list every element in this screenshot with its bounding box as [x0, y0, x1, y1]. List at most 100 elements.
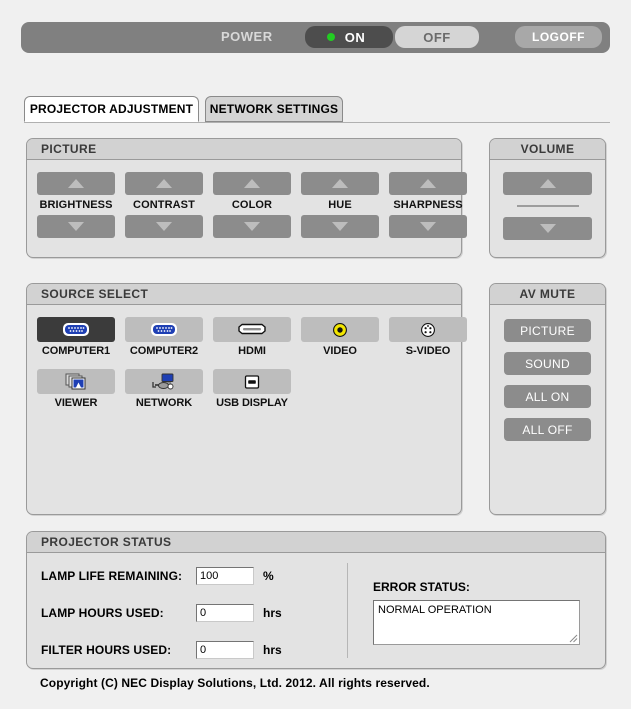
volume-panel: VOLUME	[489, 138, 606, 258]
tab-underline	[24, 122, 610, 123]
tab-strip: PROJECTOR ADJUSTMENT NETWORK SETTINGS	[24, 96, 610, 124]
source-label-hdmi: HDMI	[238, 345, 266, 357]
picture-controls: BRIGHTNESS CONTRAST COLOR HUE SHARPNESS	[27, 160, 467, 238]
color-down-button[interactable]	[213, 215, 291, 238]
lamp-life-remaining-label: LAMP LIFE REMAINING:	[41, 569, 183, 583]
triangle-up-icon	[539, 179, 556, 188]
source-label-svideo: S-VIDEO	[405, 345, 451, 357]
av-mute-panel: AV MUTE PICTURE SOUND ALL ON ALL OFF	[489, 283, 606, 515]
triangle-down-icon	[539, 224, 556, 233]
contrast-up-button[interactable]	[125, 172, 203, 195]
source-item-computer1: COMPUTER1	[37, 317, 115, 357]
picture-control-color: COLOR	[213, 172, 291, 238]
volume-panel-title: VOLUME	[490, 139, 605, 160]
brightness-label: BRIGHTNESS	[39, 199, 113, 211]
projector-web-control-page: POWER ON OFF LOGOFF PROJECTOR ADJUSTMENT…	[0, 0, 631, 709]
hue-up-button[interactable]	[301, 172, 379, 195]
triangle-up-icon	[68, 179, 84, 188]
source-button-svideo[interactable]	[389, 317, 467, 342]
status-row-lamp-life: LAMP LIFE REMAINING: %	[41, 567, 274, 585]
filter-hours-used-input[interactable]	[196, 641, 254, 659]
source-button-usb-display[interactable]	[213, 369, 291, 394]
logoff-button[interactable]: LOGOFF	[515, 26, 602, 48]
triangle-down-icon	[156, 222, 172, 231]
volume-up-button[interactable]	[503, 172, 592, 195]
lamp-life-remaining-input[interactable]	[196, 567, 254, 585]
source-label-usb-display: USB DISPLAY	[216, 397, 288, 409]
contrast-label: CONTRAST	[133, 199, 195, 211]
power-on-button[interactable]: ON	[305, 26, 393, 48]
source-label-network: NETWORK	[135, 397, 193, 409]
source-button-video[interactable]	[301, 317, 379, 342]
projector-status-panel-title: PROJECTOR STATUS	[27, 532, 605, 553]
sharpness-down-button[interactable]	[389, 215, 467, 238]
triangle-up-icon	[156, 179, 172, 188]
contrast-down-button[interactable]	[125, 215, 203, 238]
hue-down-button[interactable]	[301, 215, 379, 238]
av-mute-all-on-button[interactable]: ALL ON	[504, 385, 591, 408]
av-mute-sound-button[interactable]: SOUND	[504, 352, 591, 375]
av-mute-picture-button[interactable]: PICTURE	[504, 319, 591, 342]
projector-status-body: LAMP LIFE REMAINING: % LAMP HOURS USED: …	[27, 553, 605, 668]
triangle-down-icon	[420, 222, 436, 231]
brightness-down-button[interactable]	[37, 215, 115, 238]
status-row-filter-hours: FILTER HOURS USED: hrs	[41, 641, 282, 659]
lamp-hours-used-input[interactable]	[196, 604, 254, 622]
status-row-lamp-hours: LAMP HOURS USED: hrs	[41, 604, 282, 622]
power-off-button[interactable]: OFF	[395, 26, 479, 48]
volume-controls	[490, 160, 605, 240]
source-label-computer1: COMPUTER1	[41, 345, 111, 357]
picture-control-brightness: BRIGHTNESS	[37, 172, 115, 238]
triangle-down-icon	[68, 222, 84, 231]
lamp-hours-used-unit: hrs	[263, 606, 282, 620]
brightness-up-button[interactable]	[37, 172, 115, 195]
source-button-network[interactable]	[125, 369, 203, 394]
source-item-network: NETWORK	[125, 369, 203, 409]
source-label-computer2: COMPUTER2	[129, 345, 199, 357]
source-button-hdmi[interactable]	[213, 317, 291, 342]
source-row-2: VIEWER NETWORK USB DISPLAY	[27, 357, 461, 409]
hue-label: HUE	[328, 199, 352, 211]
source-item-viewer: VIEWER	[37, 369, 115, 409]
source-button-viewer[interactable]	[37, 369, 115, 394]
power-on-label: ON	[344, 29, 366, 45]
av-mute-controls: PICTURE SOUND ALL ON ALL OFF	[490, 305, 605, 441]
source-item-usb-display: USB DISPLAY	[213, 369, 291, 409]
picture-control-hue: HUE	[301, 172, 379, 238]
filter-hours-used-label: FILTER HOURS USED:	[41, 643, 172, 657]
sharpness-up-button[interactable]	[389, 172, 467, 195]
rca-composite-icon	[333, 322, 347, 337]
lamp-hours-used-label: LAMP HOURS USED:	[41, 606, 164, 620]
volume-down-button[interactable]	[503, 217, 592, 240]
source-button-computer2[interactable]	[125, 317, 203, 342]
source-item-hdmi: HDMI	[213, 317, 291, 357]
tab-projector-adjustment[interactable]: PROJECTOR ADJUSTMENT	[24, 96, 199, 122]
network-computer-icon	[152, 373, 174, 389]
power-label: POWER	[221, 29, 273, 44]
filter-hours-used-unit: hrs	[263, 643, 282, 657]
triangle-down-icon	[332, 222, 348, 231]
triangle-up-icon	[420, 179, 436, 188]
picture-panel-title: PICTURE	[27, 139, 461, 160]
source-select-panel-title: SOURCE SELECT	[27, 284, 461, 305]
sharpness-label: SHARPNESS	[393, 199, 463, 211]
tab-network-settings[interactable]: NETWORK SETTINGS	[205, 96, 343, 122]
picture-control-contrast: CONTRAST	[125, 172, 203, 238]
error-status-value: NORMAL OPERATION	[378, 604, 492, 616]
source-label-viewer: VIEWER	[54, 397, 98, 409]
svideo-port-icon	[421, 322, 435, 337]
source-item-computer2: COMPUTER2	[125, 317, 203, 357]
lamp-life-remaining-unit: %	[263, 569, 274, 583]
power-bar: POWER ON OFF LOGOFF	[21, 22, 610, 53]
source-select-panel: SOURCE SELECT COMPUTER1 COMPUTER2 HDMI V…	[26, 283, 467, 515]
source-button-computer1[interactable]	[37, 317, 115, 342]
source-item-svideo: S-VIDEO	[389, 317, 467, 357]
color-up-button[interactable]	[213, 172, 291, 195]
triangle-up-icon	[244, 179, 260, 188]
source-item-video: VIDEO	[301, 317, 379, 357]
error-status-label: ERROR STATUS:	[373, 580, 470, 594]
av-mute-all-off-button[interactable]: ALL OFF	[504, 418, 591, 441]
picture-control-sharpness: SHARPNESS	[389, 172, 467, 238]
resize-grip-icon	[569, 634, 578, 643]
error-status-textarea[interactable]: NORMAL OPERATION	[373, 600, 580, 645]
